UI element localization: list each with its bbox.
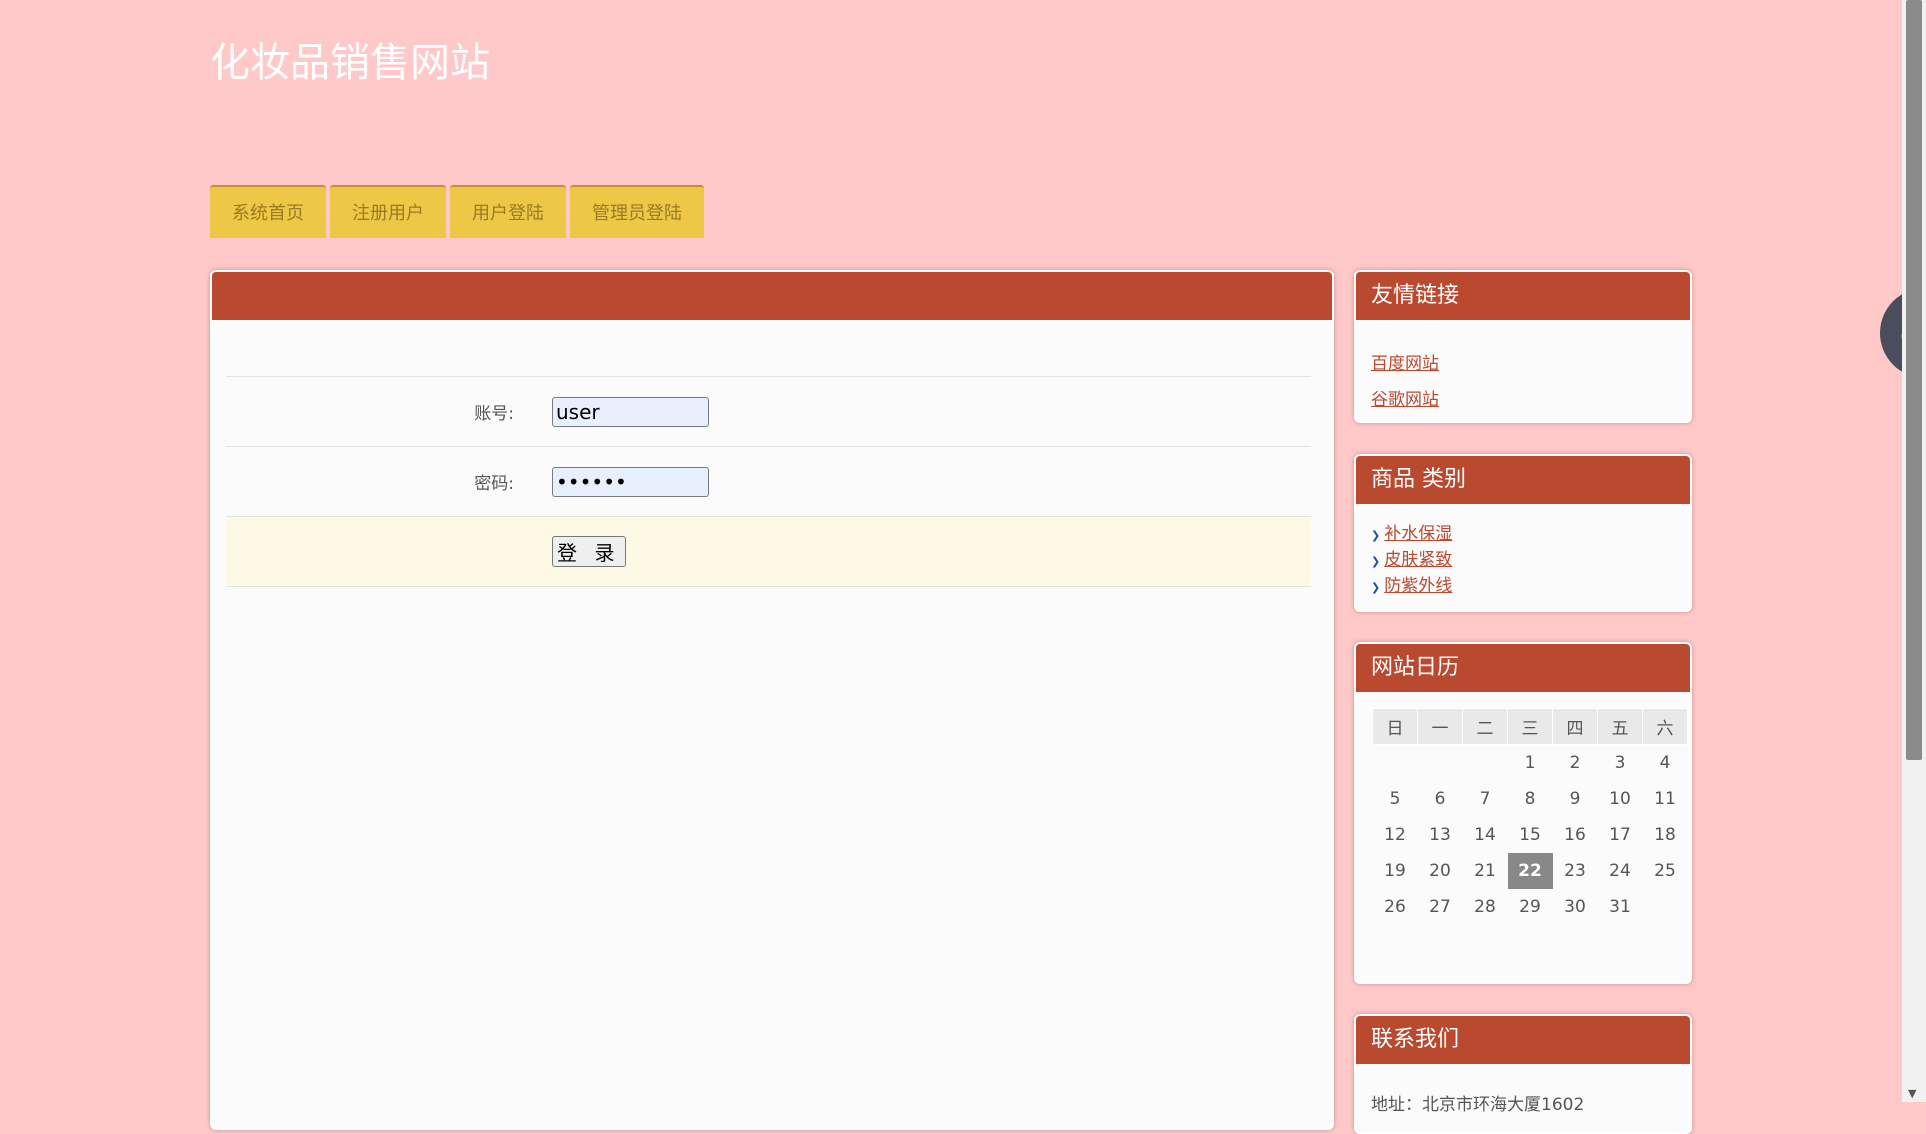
calendar-day[interactable]: 16 [1553, 817, 1598, 853]
site-title: 化妆品销售网站 [210, 30, 490, 88]
category-link[interactable]: 防紫外线 [1384, 576, 1452, 596]
login-form: 账号: 密码: 登 录 [226, 376, 1311, 587]
account-label: 账号: [226, 377, 552, 447]
calendar-day[interactable]: 14 [1463, 817, 1508, 853]
password-input[interactable] [552, 467, 709, 497]
calendar-day[interactable]: 25 [1643, 853, 1688, 889]
calendar-day [1463, 745, 1508, 781]
calendar-day[interactable]: 18 [1643, 817, 1688, 853]
category-link[interactable]: 皮肤紧致 [1384, 550, 1452, 570]
scroll-down-icon[interactable]: ▼ [1908, 1087, 1916, 1100]
login-panel: 账号: 密码: 登 录 [210, 270, 1334, 1130]
login-panel-header [212, 272, 1332, 320]
calendar-day[interactable]: 20 [1418, 853, 1463, 889]
calendar-day[interactable]: 3 [1598, 745, 1643, 781]
calendar-day[interactable]: 28 [1463, 889, 1508, 925]
friend-links-box: 友情链接 百度网站 谷歌网站 [1354, 270, 1692, 423]
scrollbar-thumb[interactable] [1906, 0, 1922, 760]
calendar-weekday: 六 [1643, 709, 1688, 745]
nav-register[interactable]: 注册用户 [330, 185, 446, 238]
calendar-day[interactable]: 8 [1508, 781, 1553, 817]
calendar-day[interactable]: 4 [1643, 745, 1688, 781]
link-baidu[interactable]: 百度网站 [1371, 346, 1675, 382]
calendar-day [1418, 745, 1463, 781]
calendar-weekday: 二 [1463, 709, 1508, 745]
calendar-day[interactable]: 24 [1598, 853, 1643, 889]
calendar-day[interactable]: 27 [1418, 889, 1463, 925]
calendar-day[interactable]: 31 [1598, 889, 1643, 925]
calendar-day[interactable]: 10 [1598, 781, 1643, 817]
bullet-icon: ❯ [1371, 555, 1380, 568]
scrollbar[interactable]: ▼ [1902, 0, 1926, 1102]
calendar-title: 网站日历 [1356, 644, 1690, 692]
contact-box: 联系我们 地址：北京市环海大厦1602 [1354, 1014, 1692, 1134]
calendar-day[interactable]: 11 [1643, 781, 1688, 817]
category-link[interactable]: 补水保湿 [1384, 524, 1452, 544]
calendar-day[interactable]: 7 [1463, 781, 1508, 817]
login-button[interactable]: 登 录 [552, 536, 626, 567]
categories-box: 商品 类别 ❯ 补水保湿 ❯ 皮肤紧致 ❯ 防紫外线 [1354, 454, 1692, 612]
calendar-day[interactable]: 30 [1553, 889, 1598, 925]
bullet-icon: ❯ [1371, 529, 1380, 542]
calendar-day[interactable]: 5 [1373, 781, 1418, 817]
calendar-day[interactable]: 23 [1553, 853, 1598, 889]
contact-address: 地址：北京市环海大厦1602 [1356, 1064, 1690, 1134]
calendar-day[interactable]: 1 [1508, 745, 1553, 781]
calendar-day[interactable]: 21 [1463, 853, 1508, 889]
calendar-today[interactable]: 22 [1508, 853, 1553, 889]
contact-title: 联系我们 [1356, 1016, 1690, 1064]
main-nav: 系统首页 注册用户 用户登陆 管理员登陆 [210, 185, 704, 238]
nav-user-login[interactable]: 用户登陆 [450, 185, 566, 238]
bullet-icon: ❯ [1371, 581, 1380, 594]
calendar-weekday: 一 [1418, 709, 1463, 745]
calendar-day[interactable]: 26 [1373, 889, 1418, 925]
categories-title: 商品 类别 [1356, 456, 1690, 504]
nav-admin-login[interactable]: 管理员登陆 [570, 185, 704, 238]
friend-links-title: 友情链接 [1356, 272, 1690, 320]
calendar-day[interactable]: 15 [1508, 817, 1553, 853]
calendar-weekday: 三 [1508, 709, 1553, 745]
calendar-day[interactable]: 12 [1373, 817, 1418, 853]
calendar-day[interactable]: 13 [1418, 817, 1463, 853]
calendar-day[interactable]: 9 [1553, 781, 1598, 817]
calendar-day [1643, 889, 1688, 925]
password-label: 密码: [226, 447, 552, 517]
calendar-box: 网站日历 日一二三四五六1234567891011121314151617181… [1354, 642, 1692, 984]
calendar-day[interactable]: 2 [1553, 745, 1598, 781]
calendar-day[interactable]: 6 [1418, 781, 1463, 817]
calendar: 日一二三四五六123456789101112131415161718192021… [1372, 708, 1688, 925]
calendar-day [1373, 745, 1418, 781]
calendar-weekday: 五 [1598, 709, 1643, 745]
calendar-day[interactable]: 17 [1598, 817, 1643, 853]
link-google[interactable]: 谷歌网站 [1371, 382, 1675, 418]
account-input[interactable] [552, 397, 709, 427]
calendar-day[interactable]: 19 [1373, 853, 1418, 889]
calendar-weekday: 日 [1373, 709, 1418, 745]
calendar-day[interactable]: 29 [1508, 889, 1553, 925]
nav-home[interactable]: 系统首页 [210, 185, 326, 238]
calendar-weekday: 四 [1553, 709, 1598, 745]
